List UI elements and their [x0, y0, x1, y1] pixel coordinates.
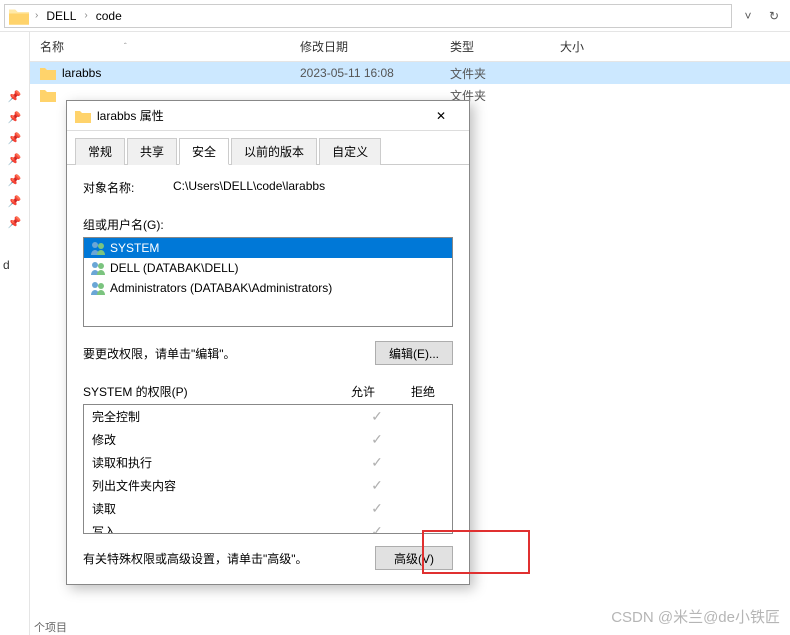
pin-icon: 📌: [0, 111, 29, 124]
permission-row[interactable]: 修改 ✓: [84, 428, 452, 451]
check-icon: ✓: [371, 454, 383, 470]
column-type[interactable]: 类型: [440, 38, 550, 55]
permissions-header: SYSTEM 的权限(P): [83, 383, 333, 400]
column-size[interactable]: 大小: [550, 38, 630, 55]
breadcrumb-bar: › DELL › code ˅ ↻: [0, 0, 790, 32]
permissions-deny-header: 拒绝: [393, 383, 453, 400]
dropdown-icon[interactable]: ˅: [736, 4, 760, 28]
pin-icon: 📌: [0, 216, 29, 229]
dialog-title: larabbs 属性: [97, 107, 421, 124]
permission-name: 读取: [92, 500, 352, 517]
permissions-allow-header: 允许: [333, 383, 393, 400]
permission-allow: ✓: [352, 454, 402, 471]
permission-allow: ✓: [352, 523, 402, 534]
user-row[interactable]: Administrators (DATABAK\Administrators): [84, 278, 452, 298]
user-group-icon: [90, 280, 106, 296]
tab-共享[interactable]: 共享: [127, 138, 177, 165]
check-icon: ✓: [371, 500, 383, 516]
check-icon: ✓: [371, 523, 383, 534]
permission-allow: ✓: [352, 431, 402, 448]
user-name: Administrators (DATABAK\Administrators): [110, 281, 332, 295]
breadcrumb-segment[interactable]: DELL: [40, 5, 82, 27]
permission-name: 写入: [92, 523, 352, 534]
sort-indicator-icon: ˆ: [124, 42, 127, 51]
folder-icon: [75, 109, 91, 123]
table-row[interactable]: larabbs 2023-05-11 16:08文件夹: [30, 62, 790, 84]
pin-icon: 📌: [0, 153, 29, 166]
quick-access-sidebar: 📌 📌 📌 📌 📌 📌 📌 d: [0, 32, 30, 635]
permission-name: 读取和执行: [92, 454, 352, 471]
check-icon: ✓: [371, 477, 383, 493]
file-type: 文件夹: [440, 65, 550, 82]
permission-allow: ✓: [352, 500, 402, 517]
permission-allow: ✓: [352, 408, 402, 425]
permission-row[interactable]: 读取和执行 ✓: [84, 451, 452, 474]
object-name-label: 对象名称:: [83, 179, 173, 196]
user-row[interactable]: SYSTEM: [84, 238, 452, 258]
user-row[interactable]: DELL (DATABAK\DELL): [84, 258, 452, 278]
user-group-icon: [90, 260, 106, 276]
pin-icon: 📌: [0, 174, 29, 187]
permission-row[interactable]: 列出文件夹内容 ✓: [84, 474, 452, 497]
close-button[interactable]: ✕: [421, 103, 461, 129]
permission-row[interactable]: 完全控制 ✓: [84, 405, 452, 428]
pin-icon: 📌: [0, 195, 29, 208]
column-name[interactable]: 名称ˆ: [30, 38, 290, 55]
file-name: larabbs: [62, 66, 101, 80]
edit-button[interactable]: 编辑(E)...: [375, 341, 453, 365]
check-icon: ✓: [371, 431, 383, 447]
folder-icon: [40, 66, 56, 80]
breadcrumb-segment[interactable]: code: [90, 5, 128, 27]
pin-icon: 📌: [0, 90, 29, 103]
properties-dialog: larabbs 属性 ✕ 常规共享安全以前的版本自定义 对象名称: C:\Use…: [66, 100, 470, 585]
permission-row[interactable]: 读取 ✓: [84, 497, 452, 520]
users-label: 组或用户名(G):: [83, 216, 453, 233]
users-listbox[interactable]: SYSTEM DELL (DATABAK\DELL) Administrators …: [83, 237, 453, 327]
chevron-right-icon: ›: [84, 10, 87, 21]
check-icon: ✓: [371, 408, 383, 424]
breadcrumb-path[interactable]: › DELL › code: [4, 4, 732, 28]
user-name: SYSTEM: [110, 241, 159, 255]
advanced-button[interactable]: 高级(V): [375, 546, 453, 570]
permission-name: 完全控制: [92, 408, 352, 425]
tab-安全[interactable]: 安全: [179, 138, 229, 165]
permission-allow: ✓: [352, 477, 402, 494]
column-date[interactable]: 修改日期: [290, 38, 440, 55]
user-group-icon: [90, 240, 106, 256]
dialog-titlebar[interactable]: larabbs 属性 ✕: [67, 101, 469, 131]
file-date: 2023-05-11 16:08: [290, 66, 440, 80]
refresh-icon[interactable]: ↻: [762, 4, 786, 28]
pin-icon: 📌: [0, 132, 29, 145]
tab-常规[interactable]: 常规: [75, 138, 125, 165]
edit-hint: 要更改权限，请单击"编辑"。: [83, 345, 375, 362]
tab-以前的版本[interactable]: 以前的版本: [231, 138, 317, 165]
tabs: 常规共享安全以前的版本自定义: [67, 131, 469, 165]
folder-icon: [40, 88, 56, 102]
permission-name: 修改: [92, 431, 352, 448]
close-icon: ✕: [436, 109, 446, 123]
column-headers: 名称ˆ 修改日期 类型 大小: [30, 32, 790, 62]
status-items-count: 个项目: [34, 619, 67, 635]
object-name-value: C:\Users\DELL\code\larabbs: [173, 179, 325, 196]
advanced-hint: 有关特殊权限或高级设置，请单击"高级"。: [83, 550, 375, 567]
permissions-listbox[interactable]: 完全控制 ✓ 修改 ✓ 读取和执行 ✓ 列出文件夹内容 ✓ 读取 ✓ 写入 ✓: [83, 404, 453, 534]
permission-name: 列出文件夹内容: [92, 477, 352, 494]
tab-自定义[interactable]: 自定义: [319, 138, 381, 165]
permission-row[interactable]: 写入 ✓: [84, 520, 452, 534]
chevron-right-icon: ›: [35, 10, 38, 21]
user-name: DELL (DATABAK\DELL): [110, 261, 238, 275]
folder-icon: [9, 6, 29, 26]
sidebar-letter: d: [3, 258, 10, 272]
